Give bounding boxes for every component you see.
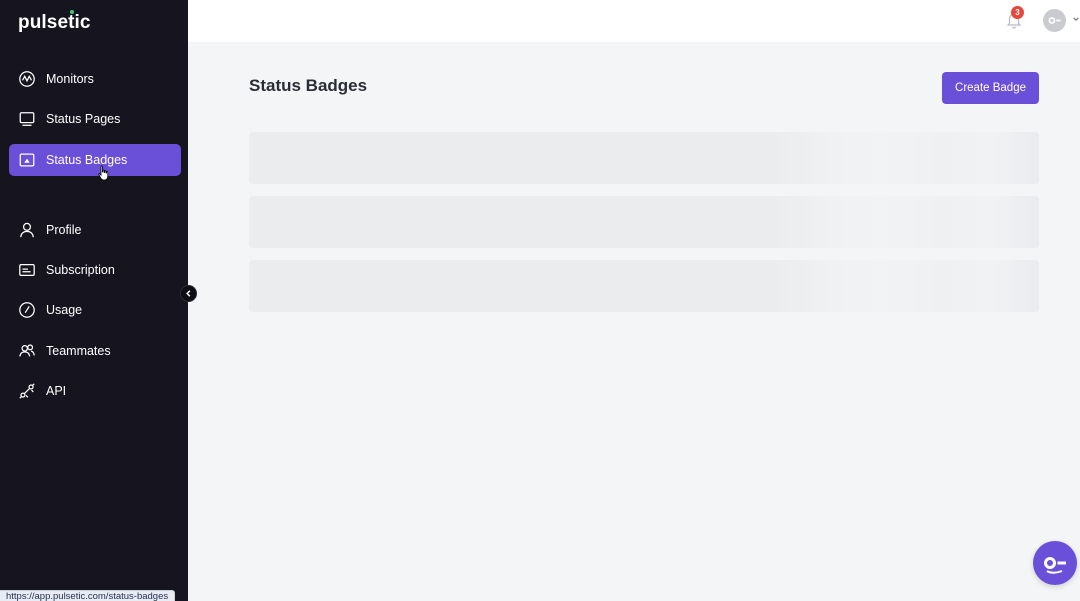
- loading-skeleton-row: [249, 132, 1039, 184]
- chevron-left-icon: [186, 290, 191, 297]
- logo-dot-icon: [70, 10, 74, 14]
- badge-image-icon: [18, 151, 36, 169]
- sidebar-collapse-button[interactable]: [180, 285, 197, 302]
- sidebar-item-label: Status Badges: [46, 153, 128, 167]
- avatar-face-icon: [1048, 17, 1061, 24]
- top-bar: 3: [188, 0, 1080, 42]
- sidebar-item-label: Status Pages: [46, 112, 121, 126]
- sidebar: pulsetic Monitors Status Pages Status Ba…: [0, 0, 188, 601]
- create-badge-button[interactable]: Create Badge: [942, 72, 1039, 104]
- chat-face-icon: [1044, 557, 1066, 574]
- support-chat-button[interactable]: [1033, 541, 1077, 585]
- sidebar-item-label: API: [46, 384, 67, 398]
- sidebar-item-label: Teammates: [46, 344, 111, 358]
- sidebar-item-label: Usage: [46, 303, 83, 317]
- sidebar-item-label: Subscription: [46, 263, 115, 277]
- logo-text: pulsetic: [18, 12, 91, 33]
- sidebar-item-profile[interactable]: Profile: [9, 214, 181, 246]
- loading-skeleton-row: [249, 196, 1039, 248]
- chevron-down-icon[interactable]: [1072, 15, 1080, 23]
- card-icon: [18, 261, 36, 279]
- sidebar-item-label: Profile: [46, 223, 82, 237]
- sidebar-item-teammates[interactable]: Teammates: [9, 335, 181, 367]
- loading-skeleton-row: [249, 260, 1039, 312]
- plug-icon: [18, 382, 36, 400]
- monitor-wave-icon: [18, 70, 36, 88]
- sidebar-item-monitors[interactable]: Monitors: [9, 63, 181, 95]
- sidebar-item-subscription[interactable]: Subscription: [9, 254, 181, 286]
- hand-cursor-icon: [98, 165, 109, 181]
- page-title: Status Badges: [249, 76, 368, 95]
- users-icon: [18, 342, 36, 360]
- sidebar-item-usage[interactable]: Usage: [9, 294, 181, 326]
- screen-icon: [18, 110, 36, 128]
- gauge-icon: [18, 301, 36, 319]
- sidebar-item-api[interactable]: API: [9, 375, 181, 407]
- app-logo[interactable]: pulsetic: [18, 10, 91, 34]
- notification-count-badge: 3: [1011, 6, 1024, 19]
- sidebar-item-label: Monitors: [46, 72, 94, 86]
- sidebar-item-status-pages[interactable]: Status Pages: [9, 103, 181, 135]
- sidebar-item-status-badges[interactable]: Status Badges: [9, 144, 181, 176]
- user-avatar[interactable]: [1043, 9, 1066, 32]
- browser-status-url: https://app.pulsetic.com/status-badges: [0, 590, 176, 601]
- user-icon: [18, 221, 36, 239]
